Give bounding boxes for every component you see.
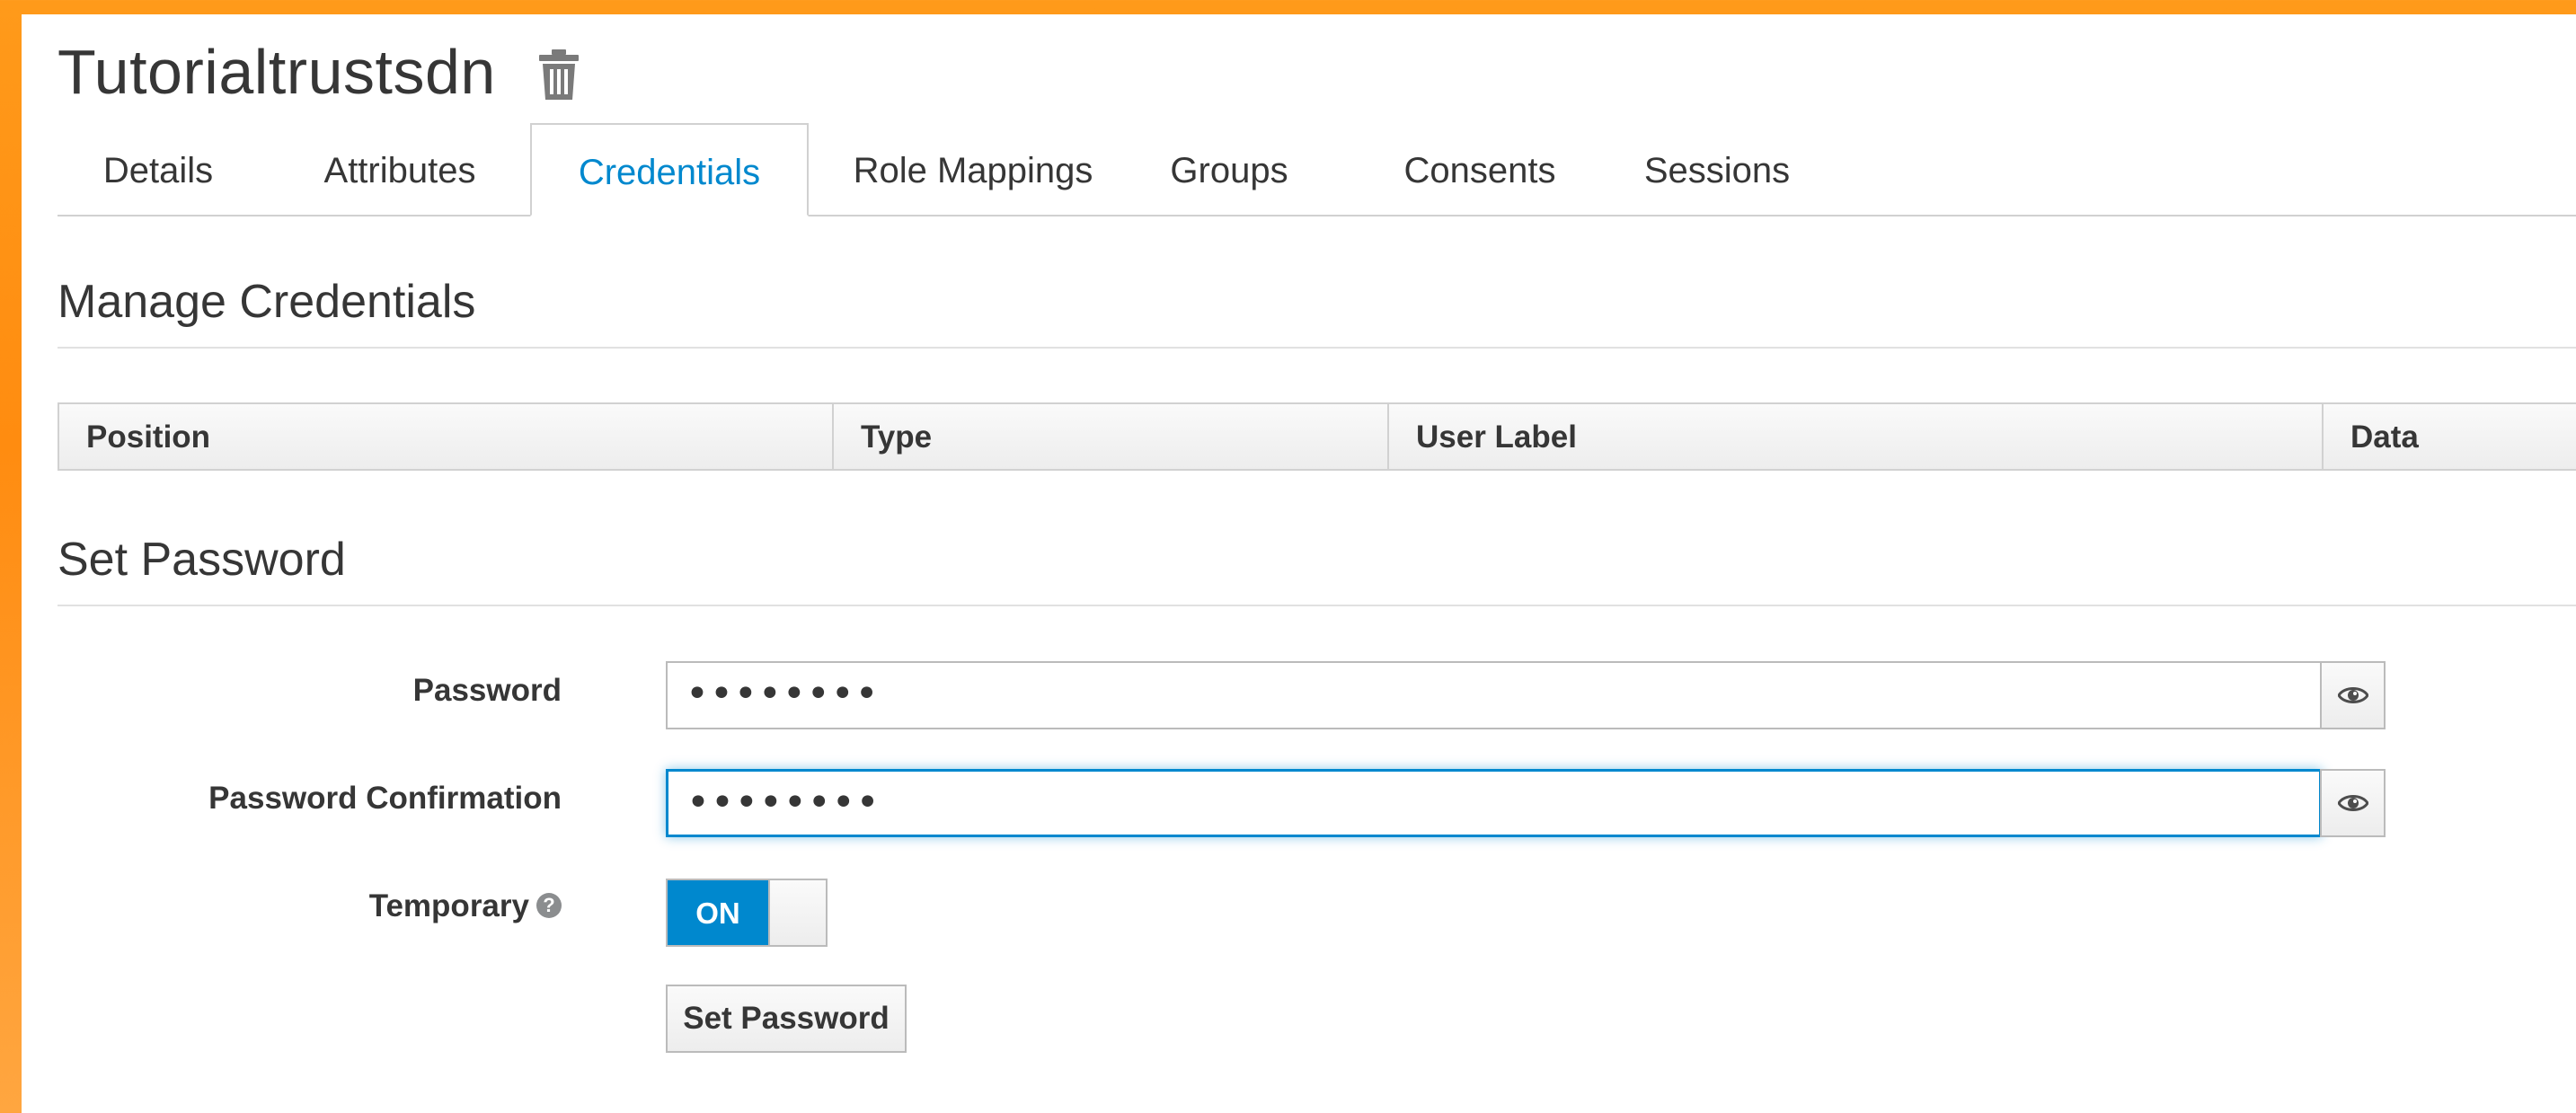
column-header-user-label[interactable]: User Label <box>1389 404 2324 469</box>
manage-credentials-heading: Manage Credentials <box>58 276 476 328</box>
password-confirmation-field-group: •••••••• <box>666 769 2386 837</box>
tab-groups[interactable]: Groups <box>1139 123 1319 215</box>
password-input[interactable]: •••••••• <box>666 661 2322 729</box>
set-password-button[interactable]: Set Password <box>666 985 907 1053</box>
show-password-confirmation-button[interactable] <box>2320 769 2386 837</box>
temporary-toggle[interactable]: ON <box>666 879 828 947</box>
set-password-heading: Set Password <box>58 534 346 586</box>
tab-sessions[interactable]: Sessions <box>1607 123 1828 215</box>
column-header-type[interactable]: Type <box>834 404 1389 469</box>
tab-credentials[interactable]: Credentials <box>530 123 809 216</box>
page-header: Tutorialtrustsdn <box>58 27 580 117</box>
tab-attributes[interactable]: Attributes <box>279 123 521 215</box>
tab-role-mappings[interactable]: Role Mappings <box>818 123 1129 215</box>
password-label: Password <box>412 673 562 708</box>
user-tabs: Details Attributes Credentials Role Mapp… <box>58 123 2576 216</box>
question-circle-icon[interactable]: ? <box>536 892 562 918</box>
password-field-group: •••••••• <box>666 661 2386 729</box>
section-divider <box>58 347 2576 349</box>
password-confirmation-input[interactable]: •••••••• <box>666 769 2322 837</box>
column-header-position[interactable]: Position <box>59 404 834 469</box>
column-header-data[interactable]: Data <box>2324 404 2576 469</box>
credentials-table-header: Position Type User Label Data <box>58 402 2576 471</box>
password-confirmation-label: Password Confirmation <box>208 781 562 816</box>
tab-details[interactable]: Details <box>58 123 259 215</box>
section-divider <box>58 605 2576 606</box>
toggle-handle <box>768 880 826 945</box>
show-password-button[interactable] <box>2320 661 2386 729</box>
temporary-label: Temporary <box>368 888 529 923</box>
tab-consents[interactable]: Consents <box>1369 123 1590 215</box>
eye-icon <box>2337 795 2368 811</box>
toggle-on-label: ON <box>668 880 768 945</box>
eye-icon <box>2337 687 2368 703</box>
trash-icon[interactable] <box>537 49 580 102</box>
page-title: Tutorialtrustsdn <box>58 37 496 107</box>
user-details-page: Tutorialtrustsdn Details Attributes Cred… <box>22 14 2576 1113</box>
temporary-label-group: Temporary? <box>369 888 562 924</box>
